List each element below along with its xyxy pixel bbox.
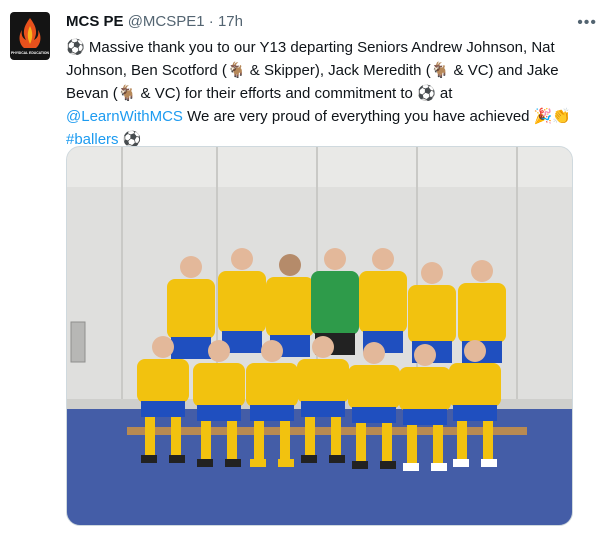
soccer-ball-icon: ⚽ [66,38,85,56]
separator: · [208,13,214,30]
display-name[interactable]: MCS PE [66,13,124,30]
tweet-card[interactable]: PHYSICAL EDUCATION MCS PE @MCSPE1 · 17h … [0,0,615,535]
avatar-label: PHYSICAL EDUCATION [11,51,49,55]
avatar[interactable]: PHYSICAL EDUCATION [10,12,50,60]
clapping-hands-icon: 👏 [552,107,572,125]
goat-icon: 🐐 [226,61,246,79]
goat-icon: 🐐 [430,61,450,79]
handle[interactable]: @MCSPE1 [128,13,205,30]
tweet-header: MCS PE @MCSPE1 · 17h [66,12,243,32]
mention-link[interactable]: @LearnWithMCS [66,108,183,125]
soccer-ball-icon: ⚽ [417,84,436,102]
team-photo-image [67,147,572,525]
tweet-text-part: & VC) for their efforts and commitment t… [136,85,418,102]
more-horizontal-icon[interactable]: ••• [577,14,597,32]
timestamp[interactable]: 17h [218,13,243,30]
party-popper-icon: 🎉 [533,107,553,125]
tweet-text: ⚽ Massive thank you to our Y13 departing… [66,36,596,151]
tweet-text-part: We are very proud of everything you have… [182,108,534,125]
tweet-text-part: & Skipper), Jack Meredith ( [245,62,431,79]
tweet-text-part: at [435,85,453,102]
team-photo[interactable] [66,146,573,526]
goat-icon: 🐐 [117,84,137,102]
